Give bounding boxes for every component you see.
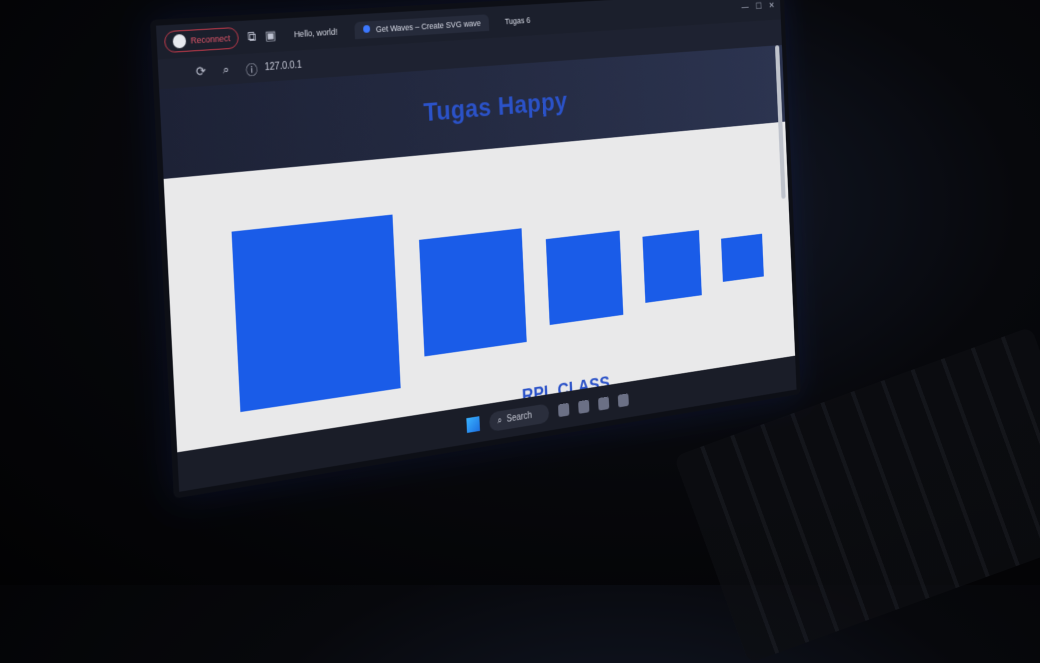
info-icon[interactable]: ⓘ bbox=[245, 59, 258, 78]
tab-label: Hello, world! bbox=[293, 26, 338, 40]
favicon-icon bbox=[363, 24, 371, 33]
search-icon: ⌕ bbox=[497, 414, 503, 426]
maximize-icon[interactable]: ☐ bbox=[755, 1, 762, 11]
blue-box-3 bbox=[545, 230, 624, 326]
blue-box-2 bbox=[419, 228, 527, 357]
address-bar[interactable]: ⓘ 127.0.0.1 bbox=[245, 56, 302, 78]
search-icon[interactable]: ⌕ bbox=[222, 62, 229, 78]
refresh-icon[interactable]: ⟳ bbox=[196, 63, 207, 79]
tab-tugas[interactable]: Tugas 6 bbox=[496, 11, 538, 30]
blue-box-5 bbox=[721, 233, 764, 282]
page-title: Tugas Happy bbox=[422, 86, 569, 127]
profile-button[interactable]: Reconnect bbox=[163, 26, 240, 54]
blue-box-1 bbox=[231, 214, 401, 413]
taskbar-app-icon[interactable] bbox=[618, 393, 630, 408]
tab-get-waves[interactable]: Get Waves – Create SVG wave bbox=[354, 14, 490, 40]
profile-label: Reconnect bbox=[190, 33, 231, 46]
taskbar-app-icon[interactable] bbox=[598, 396, 610, 411]
tab-hello-world[interactable]: Hello, world! bbox=[285, 23, 347, 44]
taskbar-search[interactable]: ⌕ Search bbox=[488, 402, 550, 432]
tab-label: Tugas 6 bbox=[504, 15, 531, 27]
laptop-screen: Reconnect ⧉ ▣ Hello, world! Get Waves – … bbox=[150, 0, 801, 499]
window-controls: — ☐ ✕ bbox=[741, 1, 775, 12]
avatar bbox=[172, 33, 187, 49]
url-text: 127.0.0.1 bbox=[264, 59, 303, 73]
windows-start-icon[interactable] bbox=[466, 416, 481, 433]
search-label: Search bbox=[506, 410, 533, 425]
tab-label: Get Waves – Create SVG wave bbox=[375, 18, 481, 35]
taskbar-app-icon[interactable] bbox=[558, 402, 570, 418]
blue-box-4 bbox=[642, 230, 702, 303]
minimize-icon[interactable]: — bbox=[741, 2, 748, 12]
taskbar-app-icon[interactable] bbox=[578, 399, 590, 414]
tab-actions-icon[interactable]: ▣ bbox=[265, 28, 277, 44]
workspaces-icon[interactable]: ⧉ bbox=[247, 29, 256, 45]
close-icon[interactable]: ✕ bbox=[769, 1, 775, 11]
